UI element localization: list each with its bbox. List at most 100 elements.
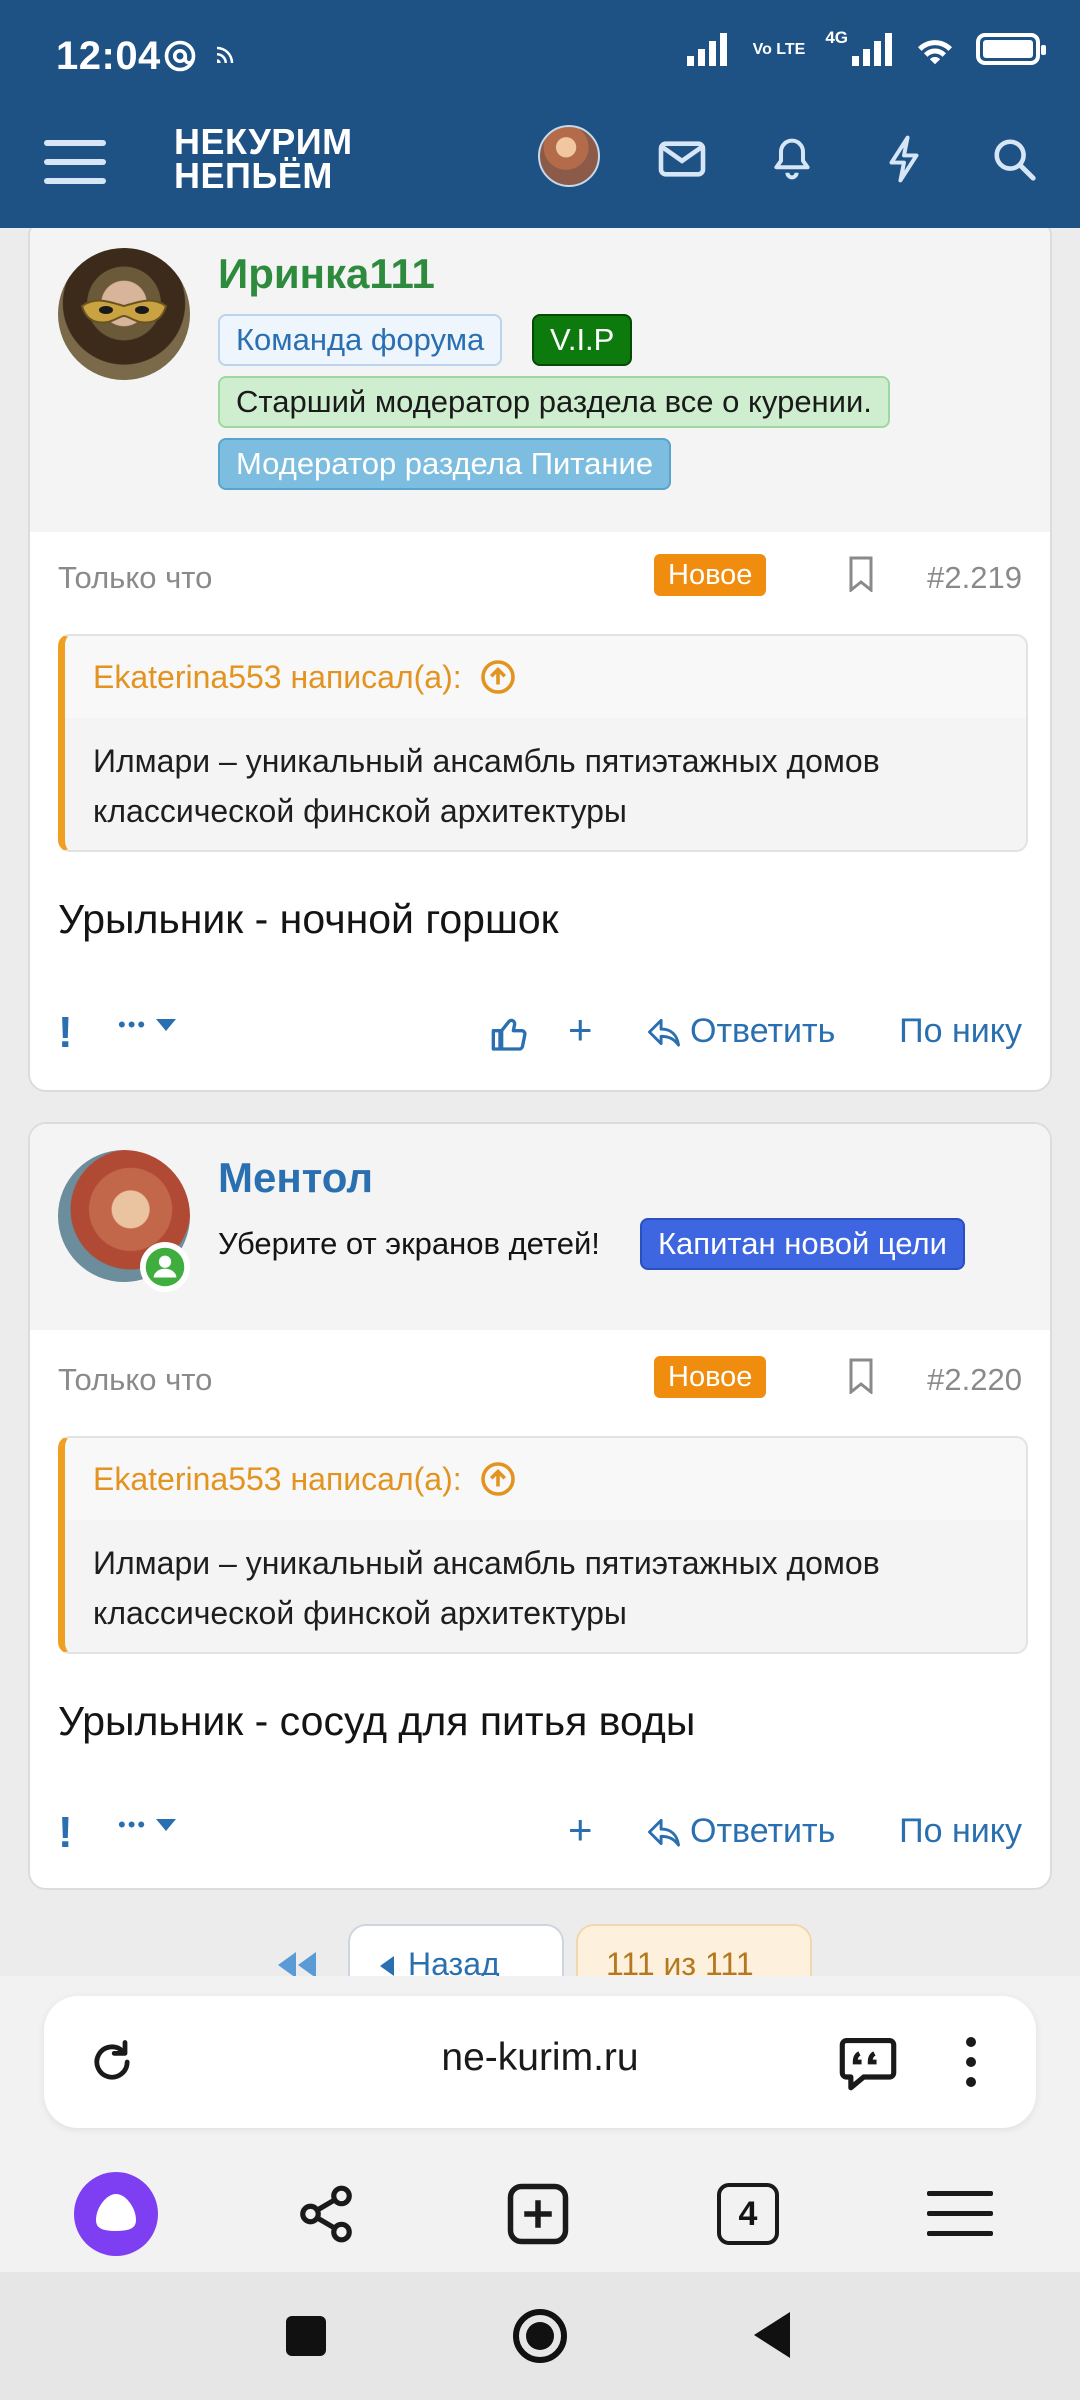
reply-by-nick-button[interactable]: По нику: [899, 1012, 1022, 1051]
more-button[interactable]: •••: [118, 1012, 177, 1038]
chevron-down-icon: [156, 1819, 177, 1831]
quote-text: Илмари – уникальный ансамбль пятиэтажных…: [93, 1545, 880, 1631]
bookmark-icon[interactable]: [848, 1358, 874, 1394]
pagination: Назад 111 из 111: [0, 1920, 1080, 1976]
tabs-count: 4: [717, 2183, 779, 2245]
alice-assistant-icon[interactable]: [74, 2172, 158, 2256]
report-button[interactable]: !: [58, 1808, 73, 1858]
wifi-icon: [918, 40, 952, 65]
quote-text: Илмари – уникальный ансамбль пятиэтажных…: [93, 743, 880, 829]
post-2220: Ментол Уберите от экранов детей! Капитан…: [28, 1122, 1052, 1890]
lightning-icon[interactable]: [876, 131, 932, 187]
post-message: Урыльник - сосуд для питья воды: [58, 1698, 696, 1744]
at-icon: [164, 40, 196, 72]
badge-vip: V.I.P: [532, 314, 633, 366]
bookmark-icon[interactable]: [848, 556, 874, 592]
post-actions: ! ••• + Ответить По нику: [30, 1804, 1050, 1864]
caret-left-icon: [380, 1956, 394, 1976]
post-time[interactable]: Только что: [58, 1362, 212, 1398]
quote-block: Ekaterina553 написал(а): Илмари – уникал…: [58, 1436, 1028, 1654]
prev-page-label: Назад: [408, 1946, 500, 1976]
inbox-icon[interactable]: [654, 131, 710, 187]
more-dots: •••: [118, 1012, 148, 1037]
quote-header[interactable]: Ekaterina553 написал(а):: [65, 636, 1026, 718]
reply-by-nick-button[interactable]: По нику: [899, 1812, 1022, 1851]
thread-content: Иринка111 Команда форума V.I.P Старший м…: [0, 228, 1080, 1980]
browser-bottom-nav: 4: [0, 2136, 1080, 2272]
post-2219: Иринка111 Команда форума V.I.P Старший м…: [28, 228, 1052, 1092]
battery-icon: [976, 33, 1046, 65]
more-dots: •••: [118, 1812, 148, 1837]
post-time[interactable]: Только что: [58, 560, 212, 596]
reply-button[interactable]: Ответить: [646, 1012, 835, 1051]
more-button[interactable]: •••: [118, 1812, 177, 1838]
network-label: 4G: [825, 28, 848, 47]
quote-block: Ekaterina553 написал(а): Илмари – уникал…: [58, 634, 1028, 852]
site-logo[interactable]: НЕКУРИМ НЕПЬЁМ: [174, 121, 353, 196]
post-header: Ментол Уберите от экранов детей! Капитан…: [30, 1124, 1050, 1330]
new-badge: Новое: [654, 1356, 767, 1398]
badge-captain: Капитан новой цели: [640, 1218, 965, 1270]
post-actions: ! ••• + Ответить По нику: [30, 1004, 1050, 1064]
address-bar[interactable]: ne-kurim.ru: [44, 1996, 1036, 2128]
online-status-icon: [140, 1242, 190, 1292]
quote-header[interactable]: Ekaterina553 написал(а):: [65, 1438, 1026, 1520]
post-number[interactable]: #2.219: [927, 560, 1022, 596]
volte-icon: Vo LTE: [752, 40, 806, 58]
arrow-up-circle-icon[interactable]: [480, 659, 516, 695]
user-title: Уберите от экранов детей!: [218, 1226, 600, 1261]
reply-icon: [647, 1818, 680, 1847]
new-tab-icon[interactable]: [496, 2172, 580, 2256]
top-bar: 12:04 Vo LTE 4G НЕКУРИМ НЕПЬЁМ: [0, 0, 1080, 228]
status-left-icons: [162, 38, 242, 74]
page-indicator[interactable]: 111 из 111: [576, 1924, 812, 1976]
menu-icon[interactable]: [44, 134, 106, 190]
cast-icon: [217, 46, 234, 63]
home-icon[interactable]: [512, 2308, 568, 2364]
masquerade-mask-icon: [80, 299, 168, 324]
first-page-icon[interactable]: [276, 1950, 318, 1976]
badge-moderator-nutrition: Модератор раздела Питание: [218, 438, 672, 490]
back-icon[interactable]: [752, 2310, 792, 2360]
logo-line-1: НЕКУРИМ: [174, 121, 353, 162]
quote-bubble-icon[interactable]: [838, 2032, 898, 2092]
site-nav: НЕКУРИМ НЕПЬЁМ: [0, 115, 1080, 228]
new-badge: Новое: [654, 554, 767, 596]
chevron-down-icon: [156, 1019, 177, 1031]
bell-icon[interactable]: [764, 131, 820, 187]
report-button[interactable]: !: [58, 1008, 73, 1058]
badge-senior-moderator: Старший модератор раздела все о курении.: [218, 376, 890, 428]
quote-author[interactable]: Ekaterina553 написал(а):: [93, 659, 462, 696]
reply-button[interactable]: Ответить: [646, 1812, 835, 1851]
status-right-icons: Vo LTE 4G: [685, 28, 1046, 66]
author-avatar[interactable]: [58, 248, 190, 380]
system-nav-bar: [0, 2272, 1080, 2400]
network-4g-icon: 4G: [825, 28, 894, 66]
tabs-button[interactable]: 4: [706, 2172, 790, 2256]
author-username[interactable]: Ментол: [218, 1154, 373, 1202]
more-vert-icon[interactable]: [964, 2034, 978, 2090]
reply-label: Ответить: [690, 1812, 836, 1850]
status-time: 12:04: [56, 34, 161, 78]
add-reaction-button[interactable]: +: [568, 1006, 593, 1054]
like-icon[interactable]: [490, 1014, 530, 1054]
search-icon[interactable]: [986, 131, 1042, 187]
author-username[interactable]: Иринка111: [218, 250, 435, 298]
status-bar: 12:04 Vo LTE 4G: [0, 0, 1080, 115]
browser-menu-icon[interactable]: [918, 2172, 1002, 2256]
post-number[interactable]: #2.220: [927, 1362, 1022, 1398]
logo-line-2: НЕПЬЁМ: [174, 155, 333, 196]
share-icon[interactable]: [284, 2172, 368, 2256]
post-header: Иринка111 Команда форума V.I.P Старший м…: [30, 228, 1050, 532]
badge-forum-team: Команда форума: [218, 314, 503, 366]
quote-author[interactable]: Ekaterina553 написал(а):: [93, 1461, 462, 1498]
arrow-up-circle-icon[interactable]: [480, 1461, 516, 1497]
user-avatar[interactable]: [538, 125, 600, 187]
post-message: Урыльник - ночной горшок: [58, 896, 559, 942]
signal-icon: [686, 33, 727, 66]
add-reaction-button[interactable]: +: [568, 1806, 593, 1854]
prev-page-button[interactable]: Назад: [348, 1924, 564, 1976]
reply-icon: [647, 1018, 680, 1047]
reply-label: Ответить: [690, 1012, 836, 1050]
recents-icon[interactable]: [286, 2316, 326, 2356]
